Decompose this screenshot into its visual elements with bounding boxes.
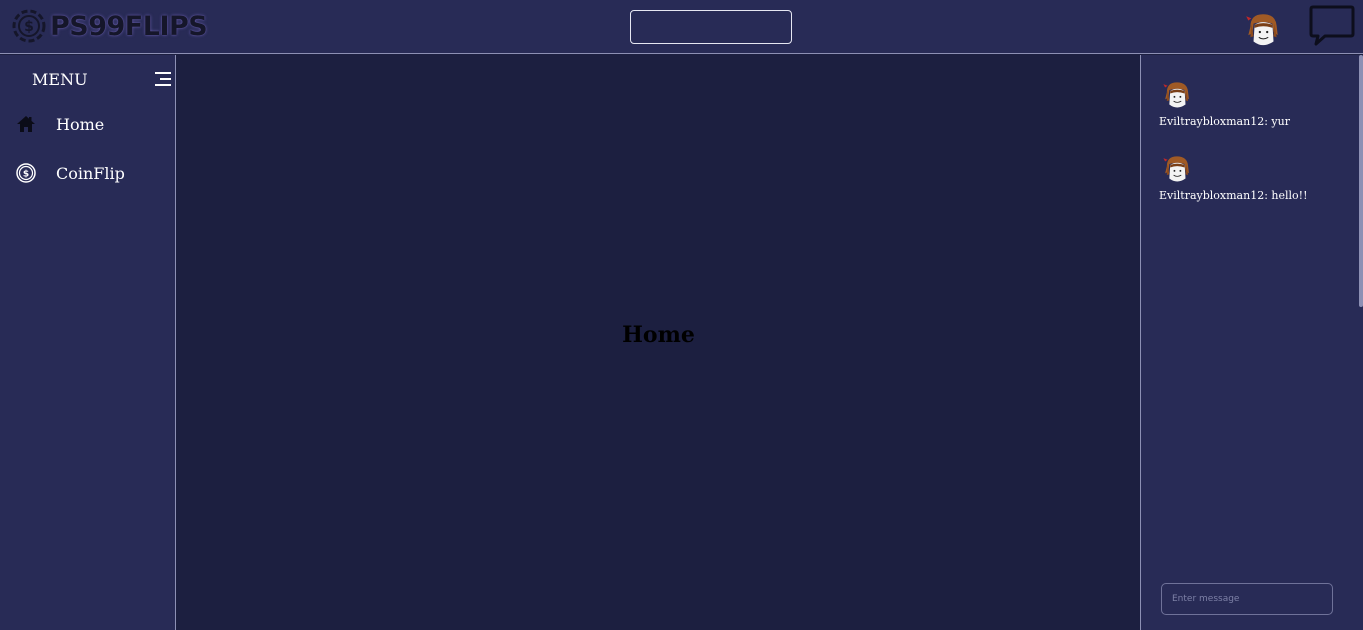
- site-logo[interactable]: $ PS99FLIPS: [12, 6, 208, 46]
- chat-message-text: Eviltraybloxman12: yur: [1159, 115, 1290, 128]
- chat-message-text: Eviltraybloxman12: hello!!: [1159, 189, 1308, 202]
- home-icon: [17, 116, 35, 132]
- coin-dollar-icon: $: [12, 9, 46, 43]
- chat-message: Eviltraybloxman12: hello!!: [1159, 153, 1307, 202]
- sidebar-item-label: Home: [56, 114, 105, 134]
- main-content: Home: [177, 55, 1140, 630]
- logo-text: PS99FLIPS: [50, 10, 208, 42]
- chat-bubble-icon[interactable]: [1309, 4, 1355, 46]
- sidebar: MENU Home $ CoinFlip: [0, 55, 176, 630]
- user-avatar[interactable]: [1159, 153, 1195, 187]
- chat-message-input[interactable]: [1161, 583, 1333, 615]
- menu-toggle-icon[interactable]: [154, 71, 172, 87]
- chat-panel: Eviltraybloxman12: yur Eviltraybloxman12…: [1140, 55, 1363, 630]
- sidebar-item-label: CoinFlip: [56, 163, 125, 183]
- menu-title: MENU: [32, 70, 88, 89]
- sidebar-item-coinflip[interactable]: $ CoinFlip: [0, 155, 175, 191]
- page-title: Home: [622, 322, 695, 348]
- chat-scrollbar[interactable]: [1359, 55, 1363, 307]
- header-box[interactable]: [630, 10, 792, 44]
- coin-dollar-icon: $: [16, 163, 36, 183]
- svg-text:$: $: [24, 19, 34, 35]
- chat-message: Eviltraybloxman12: yur: [1159, 79, 1290, 128]
- user-avatar[interactable]: [1242, 10, 1284, 52]
- user-avatar[interactable]: [1159, 79, 1195, 113]
- top-bar: $ PS99FLIPS: [0, 0, 1363, 54]
- svg-text:$: $: [23, 170, 29, 180]
- sidebar-item-home[interactable]: Home: [0, 106, 175, 142]
